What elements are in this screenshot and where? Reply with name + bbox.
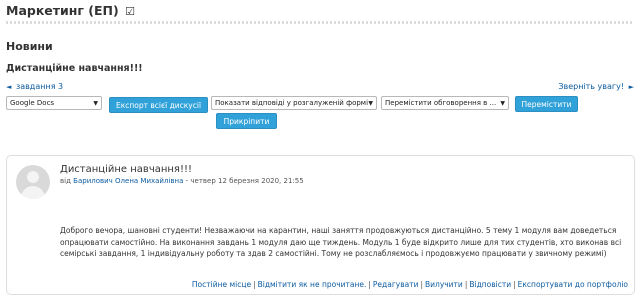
post-actions: Постійне місце | Відмітити як не прочитане… [191,280,628,289]
course-title-text: Маркетинг (ЕП) [6,3,119,18]
post-byline: від Барилович Олена Михайлівна - четвер … [60,177,304,185]
chevron-down-icon: ▼ [368,100,373,107]
export-format-value: Google Docs [10,99,55,107]
course-title: Маркетинг (ЕП) ☑ [6,3,135,18]
checkbox-icon[interactable]: ☑ [125,5,135,18]
display-mode-select[interactable]: Показати відповіді у розгалуженій формі … [211,96,377,110]
by-prefix: від [60,177,71,185]
previous-discussion-link[interactable]: ◄ завдання 3 [6,82,63,91]
discussion-title: Дистанційне навчання!!! [6,63,143,74]
divider [6,21,634,24]
author-link[interactable]: Барилович Олена Михайлівна [73,177,183,185]
previous-discussion-label: завдання 3 [15,82,64,91]
next-discussion-link[interactable]: Зверніть увагу! ► [558,82,634,91]
move-discussion-select[interactable]: Перемістити обговорення в ... ▼ [381,96,509,110]
edit-link[interactable]: Редагувати [373,280,419,289]
chevron-down-icon: ▼ [93,100,98,107]
pin-button[interactable]: Прикріпити [216,113,277,129]
post-date: - четвер 12 березня 2020, 21:55 [183,177,304,185]
move-discussion-value: Перемістити обговорення в ... [385,99,497,107]
export-portfolio-link[interactable]: Експортувати до портфоліо [518,280,628,289]
delete-link[interactable]: Вилучити [425,280,463,289]
export-format-select[interactable]: Google Docs ▼ [6,96,102,110]
next-discussion-label: Зверніть увагу! [558,82,625,91]
post-subject: Дистанційне навчання!!! [60,164,192,175]
avatar[interactable] [16,165,50,199]
reply-link[interactable]: Відповісти [469,280,511,289]
mark-unread-link[interactable]: Відмітити як не прочитане. [258,280,367,289]
forum-title: Новини [6,40,53,53]
forum-post: Дистанційне навчання!!! від Барилович Ол… [6,155,635,295]
arrow-left-icon: ◄ [6,83,12,91]
chevron-down-icon: ▼ [500,100,505,107]
permalink-link[interactable]: Постійне місце [192,280,251,289]
post-body: Доброго вечора, шановні студенти! Незваж… [60,226,622,258]
move-button[interactable]: Перемістити [515,96,578,112]
export-discussion-button[interactable]: Експорт всієї дискусії [109,97,208,113]
display-mode-value: Показати відповіді у розгалуженій формі [215,99,369,107]
arrow-right-icon: ► [628,83,634,91]
